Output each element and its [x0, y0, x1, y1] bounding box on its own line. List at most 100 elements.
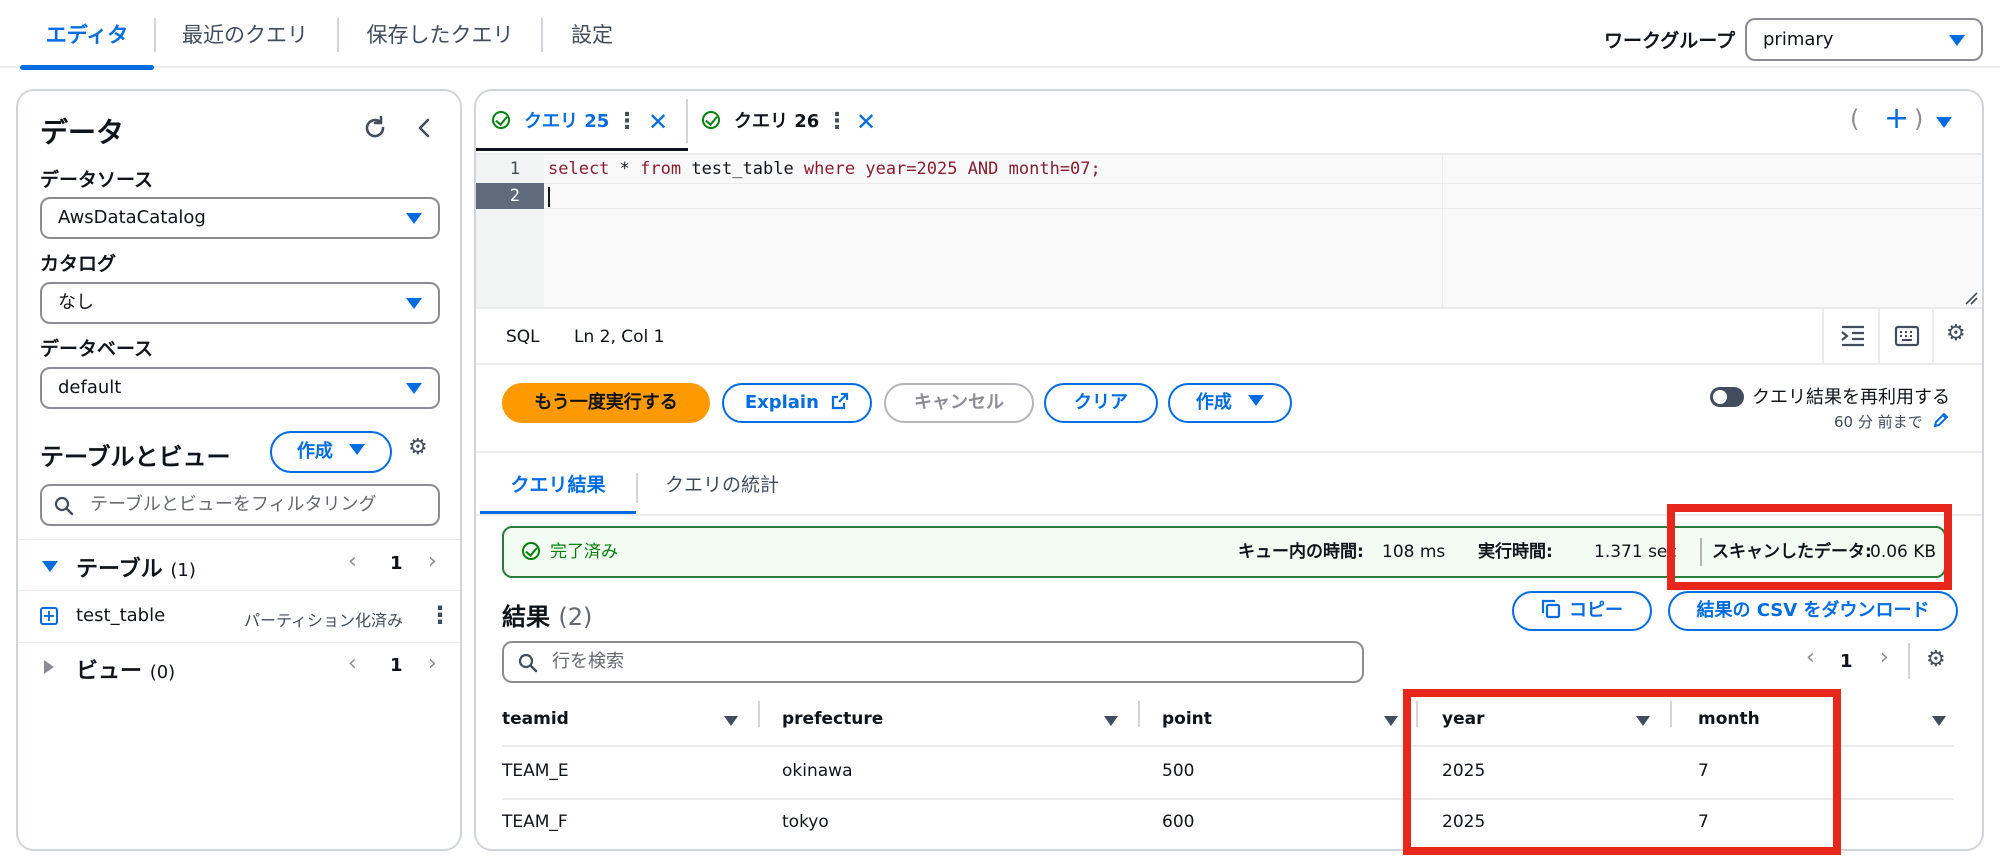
sql-editor[interactable]: 1 2 select * from test_table where year=… [476, 153, 1982, 309]
code-line-1: select * from test_table where year=2025… [548, 159, 1101, 179]
chevron-left-icon[interactable]: ‹ [348, 549, 357, 574]
tab-settings[interactable]: 設定 [552, 0, 632, 68]
create-dropdown-button[interactable]: 作成 [270, 431, 392, 473]
explain-button-label: Explain [744, 392, 819, 413]
tab-editor[interactable]: エディタ [20, 0, 154, 70]
results-page-number: 1 [1840, 651, 1853, 672]
download-csv-button[interactable]: 結果の CSV をダウンロード [1668, 591, 1958, 631]
format-indent-icon[interactable] [1840, 325, 1866, 347]
language-indicator: SQL [506, 327, 540, 347]
catalog-select[interactable]: なし [40, 282, 440, 324]
views-section-header[interactable]: ビュー (0) [76, 653, 175, 685]
gear-icon[interactable]: ⚙ [1946, 321, 1966, 346]
expand-plus-icon[interactable]: + [40, 607, 58, 625]
caret-down-icon [406, 383, 422, 394]
edit-pencil-icon[interactable] [1932, 411, 1950, 429]
expand-caret-down-icon[interactable] [42, 561, 58, 572]
tab-query-results[interactable]: クエリ結果 [480, 465, 636, 515]
rerun-button[interactable]: もう一度実行する [502, 383, 710, 423]
database-select[interactable]: default [40, 367, 440, 409]
tables-section-header[interactable]: テーブル (1) [76, 551, 196, 583]
caret-down-icon [1949, 35, 1965, 46]
cell-prefecture: tokyo [782, 812, 829, 832]
keyword: select [548, 159, 610, 179]
search-icon [54, 496, 74, 516]
divider [1932, 309, 1934, 363]
chevron-right-icon[interactable]: › [1880, 645, 1889, 670]
keyword: from [640, 159, 682, 179]
tab-menu-icon[interactable]: ⋮ [826, 91, 848, 153]
results-title-text: 結果 [502, 603, 550, 631]
tab-separator [337, 18, 339, 52]
tabs-dropdown-caret-icon[interactable] [1936, 117, 1952, 128]
divider [18, 539, 460, 540]
collapse-chevron-left-icon[interactable] [414, 117, 434, 139]
sort-caret-icon[interactable] [724, 716, 738, 726]
close-icon[interactable]: ✕ [648, 91, 668, 153]
caret-down-icon [349, 444, 366, 455]
cancel-button[interactable]: キャンセル [884, 383, 1034, 423]
toggle-knob [1713, 390, 1727, 404]
more-actions-icon[interactable]: ⋮ [428, 601, 452, 629]
tab-menu-icon[interactable]: ⋮ [616, 91, 638, 153]
create-button[interactable]: 作成 [1168, 383, 1292, 423]
sort-caret-icon[interactable] [1384, 716, 1398, 726]
row-search-input[interactable]: 行を検索 [502, 641, 1364, 683]
success-check-icon [492, 111, 510, 129]
expand-caret-right-icon[interactable] [44, 660, 54, 674]
line-gutter: 1 2 [476, 155, 544, 307]
top-navigation: エディタ 最近のクエリ 保存したクエリ 設定 ワークグループ primary [0, 0, 2000, 70]
column-resizer[interactable] [1138, 701, 1140, 727]
column-header-teamid[interactable]: teamid [502, 709, 569, 729]
tab-saved-queries[interactable]: 保存したクエリ [350, 0, 530, 68]
close-icon[interactable]: ✕ [856, 91, 876, 153]
partitioned-badge: パーティション化済み [244, 611, 404, 630]
explain-button[interactable]: Explain [722, 383, 872, 423]
workgroup-select[interactable]: primary [1745, 18, 1983, 61]
query-tab-26[interactable]: クエリ 26 ⋮ ✕ [690, 91, 890, 151]
column-header-point[interactable]: point [1162, 709, 1212, 729]
datasource-value: AwsDataCatalog [58, 207, 206, 228]
views-page-number: 1 [390, 655, 403, 676]
line-number: 2 [509, 186, 520, 206]
datasource-select[interactable]: AwsDataCatalog [40, 197, 440, 239]
column-header-prefecture[interactable]: prefecture [782, 709, 883, 729]
chevron-right-icon[interactable]: › [428, 651, 437, 676]
tab-recent-queries[interactable]: 最近のクエリ [165, 0, 325, 68]
table-filter-input[interactable]: テーブルとビューをフィルタリング [40, 484, 440, 526]
cell-prefecture: okinawa [782, 761, 853, 781]
divider [1822, 309, 1824, 363]
keyboard-icon[interactable] [1894, 325, 1920, 347]
queue-time-value: 108 ms [1382, 542, 1446, 562]
gear-icon[interactable]: ⚙ [408, 435, 428, 460]
column-resizer[interactable] [758, 701, 760, 727]
clear-button[interactable]: クリア [1044, 383, 1158, 423]
refresh-icon[interactable] [362, 115, 388, 141]
add-query-tab-icon[interactable]: + [1884, 101, 1909, 136]
tab-separator [686, 99, 688, 143]
database-label: データベース [40, 338, 154, 360]
print-margin [1442, 155, 1443, 307]
query-tab-label: クエリ 25 [524, 111, 610, 132]
tab-separator [541, 18, 543, 52]
paren-open: ( [1850, 105, 1860, 133]
chevron-left-icon[interactable]: ‹ [1806, 645, 1815, 670]
reuse-results-label: クエリ結果を再利用する [1752, 387, 1950, 408]
resize-handle-icon[interactable] [1964, 291, 1978, 305]
success-check-icon [522, 542, 540, 560]
copy-button[interactable]: コピー [1512, 591, 1652, 631]
reuse-results-toggle[interactable] [1710, 387, 1744, 407]
chevron-left-icon[interactable]: ‹ [348, 651, 357, 676]
create-button-label: 作成 [296, 441, 333, 462]
gear-icon[interactable]: ⚙ [1926, 647, 1946, 672]
status-completed: 完了済み [550, 542, 618, 562]
table-item-name[interactable]: test_table [76, 605, 165, 626]
sort-caret-icon[interactable] [1104, 716, 1118, 726]
query-tab-label: クエリ 26 [734, 111, 820, 132]
query-tab-25[interactable]: クエリ 25 ⋮ ✕ [476, 91, 688, 151]
search-icon [518, 653, 538, 673]
datasource-label: データソース [40, 169, 154, 191]
sort-caret-icon[interactable] [1932, 716, 1946, 726]
chevron-right-icon[interactable]: › [428, 549, 437, 574]
tab-query-stats[interactable]: クエリの統計 [644, 465, 800, 515]
